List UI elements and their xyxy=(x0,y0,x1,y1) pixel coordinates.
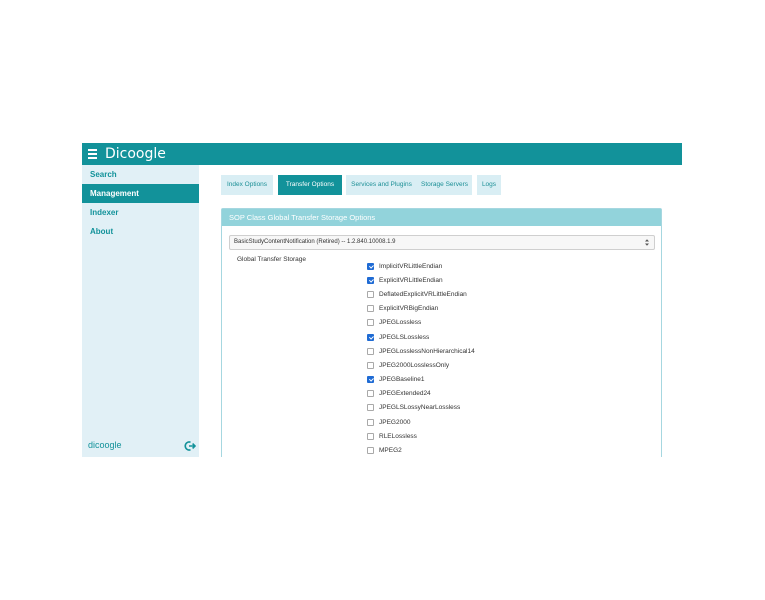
transfer-syntax-option[interactable]: JPEG2000LosslessOnly xyxy=(367,358,475,372)
transfer-syntax-option[interactable]: JPEGLSLossyNearLossless xyxy=(367,401,475,415)
panel-title: SOP Class Global Transfer Storage Option… xyxy=(222,209,661,226)
checkbox[interactable] xyxy=(367,319,374,327)
checkbox[interactable] xyxy=(367,290,374,298)
sidebar: Search Management Indexer About dicoogle xyxy=(82,165,199,457)
checkbox[interactable] xyxy=(367,305,374,313)
sidebar-item-search[interactable]: Search xyxy=(82,165,199,184)
transfer-syntax-option[interactable]: JPEGExtended24 xyxy=(367,387,475,401)
transfer-syntax-option[interactable]: ExplicitVRBigEndian xyxy=(367,302,475,316)
tab-services-and-plugins[interactable]: Services and Plugins xyxy=(346,175,417,195)
transfer-syntax-option[interactable]: JPEGLosslessNonHierarchical14 xyxy=(367,344,475,358)
transfer-syntax-option[interactable]: JPEGBaseline1 xyxy=(367,373,475,387)
select-arrows-icon xyxy=(645,239,649,246)
checkbox[interactable] xyxy=(367,390,374,398)
sidebar-footer: dicoogle xyxy=(88,440,196,452)
checkbox[interactable] xyxy=(367,347,374,355)
sidebar-item-about[interactable]: About xyxy=(82,222,199,241)
sop-class-select[interactable]: BasicStudyContentNotification (Retired) … xyxy=(229,235,655,250)
transfer-syntax-option[interactable]: ImplicitVRLittleEndian xyxy=(367,259,475,273)
transfer-syntax-option[interactable]: JPEGLossless xyxy=(367,316,475,330)
checkbox[interactable] xyxy=(367,376,374,384)
checkbox[interactable] xyxy=(367,432,374,440)
dicoogle-app: Dicoogle Search Management Indexer About… xyxy=(82,143,682,457)
checkbox[interactable] xyxy=(367,404,374,412)
transfer-syntax-option[interactable]: JPEG2000 xyxy=(367,415,475,429)
checkbox[interactable] xyxy=(367,333,374,341)
sidebar-item-management[interactable]: Management xyxy=(82,184,199,203)
dicoogle-logo: dicoogle xyxy=(88,440,122,450)
sidebar-item-indexer[interactable]: Indexer xyxy=(82,203,199,222)
checkbox[interactable] xyxy=(367,276,374,284)
transfer-storage-panel: SOP Class Global Transfer Storage Option… xyxy=(221,208,662,457)
checkbox[interactable] xyxy=(367,418,374,426)
tab-index-options[interactable]: Index Options xyxy=(221,175,273,195)
sop-class-selected-value: BasicStudyContentNotification (Retired) … xyxy=(234,239,396,245)
transfer-syntax-option[interactable]: DeflatedExplicitVRLittleEndian xyxy=(367,287,475,301)
checkbox[interactable] xyxy=(367,262,374,270)
transfer-syntax-option[interactable]: RLELossless xyxy=(367,429,475,443)
transfer-syntax-option[interactable]: ExplicitVRLittleEndian xyxy=(367,273,475,287)
checkbox[interactable] xyxy=(367,447,374,455)
transfer-syntax-option[interactable]: MPEG2 xyxy=(367,443,475,457)
hamburger-menu-icon[interactable] xyxy=(88,149,97,159)
global-transfer-storage-label: Global Transfer Storage xyxy=(237,256,307,263)
main-content: Index Options Transfer Options Services … xyxy=(199,165,682,457)
transfer-syntax-list: ImplicitVRLittleEndian ExplicitVRLittleE… xyxy=(367,259,475,457)
top-bar: Dicoogle xyxy=(82,143,682,165)
tab-logs[interactable]: Logs xyxy=(477,175,501,195)
app-title: Dicoogle xyxy=(105,146,166,162)
tab-transfer-options[interactable]: Transfer Options xyxy=(278,175,342,195)
tab-storage-servers[interactable]: Storage Servers xyxy=(417,175,472,195)
logout-icon[interactable] xyxy=(184,440,196,452)
checkbox[interactable] xyxy=(367,361,374,369)
transfer-syntax-option[interactable]: JPEGLSLossless xyxy=(367,330,475,344)
